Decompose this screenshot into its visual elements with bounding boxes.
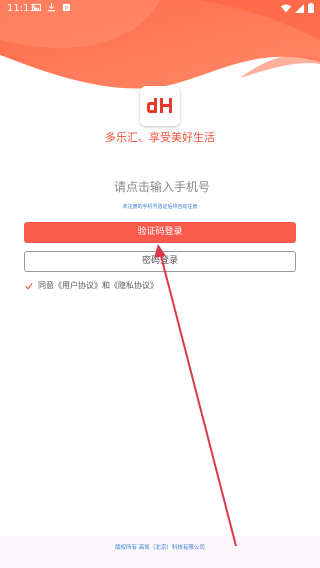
agreement-text[interactable]: 同意《用户协议》和《隐私协议》 <box>38 280 158 291</box>
check-icon[interactable] <box>25 282 33 290</box>
register-hint: 未注册的手机号验证后将自动注册 <box>122 204 198 210</box>
dh-logo-icon <box>147 98 172 113</box>
download-icon <box>47 3 56 12</box>
brand-tagline: 多乐汇、享受美好生活 <box>105 131 215 144</box>
image-icon <box>32 3 41 12</box>
footer <box>0 536 320 568</box>
signal-icon <box>295 3 304 13</box>
battery-icon <box>308 3 314 13</box>
notification-icon: P <box>62 3 71 12</box>
status-bar: 11:13 P <box>0 0 320 20</box>
agreement-row[interactable]: 同意《用户协议》和《隐私协议》 <box>25 280 158 291</box>
wifi-icon <box>281 4 291 12</box>
password-login-button[interactable]: 密码登录 <box>24 251 296 272</box>
code-login-button[interactable]: 验证码登录 <box>24 222 296 243</box>
app-logo <box>140 86 180 126</box>
phone-input[interactable] <box>60 176 264 198</box>
copyright-text: 版权所有 高凯（北京）科技有限公司 <box>115 545 205 551</box>
